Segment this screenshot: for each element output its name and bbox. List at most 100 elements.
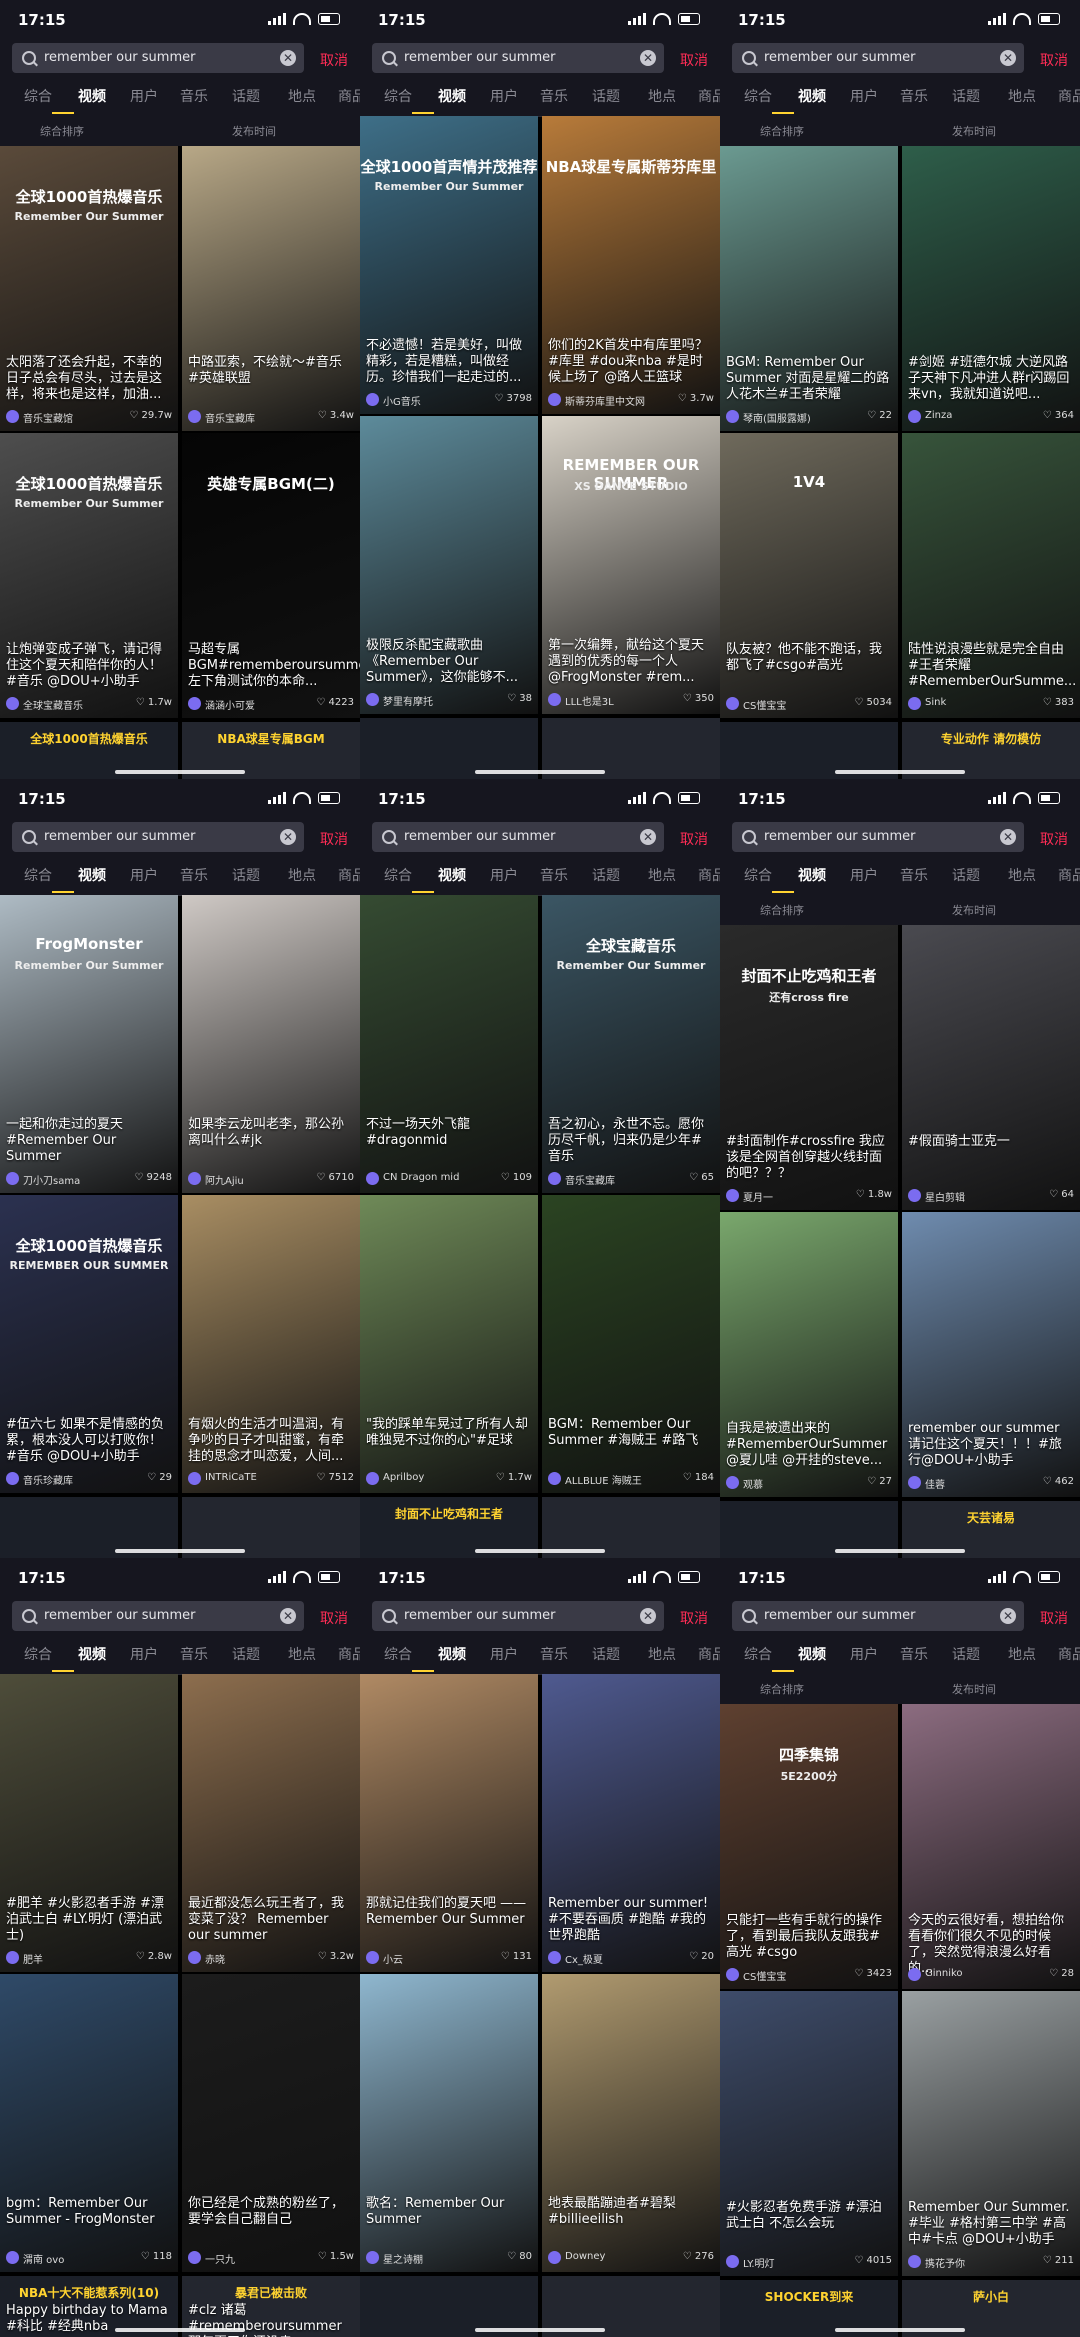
clear-icon[interactable]: ✕: [1000, 829, 1016, 845]
avatar[interactable]: [188, 1951, 201, 1964]
sort-publish-time[interactable]: 发布时间: [952, 123, 996, 139]
video-card[interactable]: BGM: Remember Our Summer 对面是星耀二的路人花木兰#王者…: [720, 146, 898, 431]
video-card[interactable]: FrogMonster Remember Our Summer 一起和你走过的夏天 …: [0, 895, 178, 1193]
video-card[interactable]: 如果李云龙叫老李，那公孙离叫什么#jk 阿九Ajiu ♡ 6710: [182, 895, 360, 1193]
clear-icon[interactable]: ✕: [280, 50, 296, 66]
video-card[interactable]: 四季集锦 5E2200分 只能打一些有手就行的操作了，看到最后我队友跟我#高光 #c…: [720, 1704, 898, 1989]
tab-1[interactable]: 视频: [438, 86, 466, 106]
tab-0[interactable]: 综合: [24, 1644, 52, 1664]
avatar[interactable]: [548, 393, 561, 406]
tab-0[interactable]: 综合: [744, 1644, 772, 1664]
avatar[interactable]: [548, 693, 561, 706]
avatar[interactable]: [908, 1189, 921, 1202]
author-name[interactable]: 肥羊: [23, 1951, 118, 1966]
cancel-button[interactable]: 取消: [1040, 1608, 1068, 1628]
tab-6[interactable]: 商品: [338, 1644, 360, 1664]
video-card[interactable]: 全球1000首热爆音乐 REMEMBER OUR SUMMER #伍六七 如果不是情…: [0, 1195, 178, 1493]
tab-5[interactable]: 地点: [1008, 86, 1036, 106]
tab-3[interactable]: 音乐: [180, 86, 208, 106]
author-name[interactable]: INTRiCaTE: [205, 1472, 300, 1483]
tab-4[interactable]: 话题: [952, 1644, 980, 1664]
avatar[interactable]: [726, 1968, 739, 1981]
video-card[interactable]: 今天的云很好看，想拍给你看看你们很久不见的时候了，突然觉得浪漫么好看的... Gi…: [902, 1704, 1080, 1989]
avatar[interactable]: [188, 410, 201, 423]
tab-5[interactable]: 地点: [1008, 865, 1036, 885]
video-card[interactable]: 自我是被遗出来的 #RememberOurSummer @夏儿哇 @开挂的ste…: [720, 1212, 898, 1497]
author-name[interactable]: 一只九: [205, 2251, 300, 2266]
tab-5[interactable]: 地点: [1008, 1644, 1036, 1664]
author-name[interactable]: 梦里有摩托: [383, 693, 478, 708]
author-name[interactable]: Sink: [925, 697, 1020, 708]
tab-2[interactable]: 用户: [490, 1644, 518, 1664]
tab-2[interactable]: 用户: [490, 86, 518, 106]
tab-5[interactable]: 地点: [288, 865, 316, 885]
sort-comprehensive[interactable]: 综合排序: [760, 1681, 804, 1697]
video-card[interactable]: 不过一场天外飞龍 #dragonmid CN Dragon mid ♡ 109: [360, 895, 538, 1193]
tab-6[interactable]: 商品: [338, 865, 360, 885]
tab-4[interactable]: 话题: [592, 86, 620, 106]
avatar[interactable]: [6, 1951, 19, 1964]
avatar[interactable]: [366, 393, 379, 406]
video-card[interactable]: 最近都没怎么玩王者了，我变菜了没？ Remember our summer 赤晓 ♡…: [182, 1674, 360, 1972]
tab-0[interactable]: 综合: [744, 865, 772, 885]
tab-3[interactable]: 音乐: [180, 1644, 208, 1664]
tab-3[interactable]: 音乐: [900, 86, 928, 106]
tab-4[interactable]: 话题: [232, 865, 260, 885]
avatar[interactable]: [548, 1172, 561, 1185]
avatar[interactable]: [6, 2251, 19, 2264]
avatar[interactable]: [908, 2255, 921, 2268]
tab-2[interactable]: 用户: [490, 865, 518, 885]
author-name[interactable]: 音乐宝藏库: [565, 1172, 660, 1187]
author-name[interactable]: CS懂宝宝: [743, 697, 838, 712]
author-name[interactable]: CN Dragon mid: [383, 1172, 478, 1183]
tab-6[interactable]: 商品: [698, 865, 720, 885]
sort-comprehensive[interactable]: 综合排序: [760, 902, 804, 918]
video-card[interactable]: 全球宝藏音乐 Remember Our Summer 吾之初心，永世不忘。愿你历尽千…: [542, 895, 720, 1193]
cancel-button[interactable]: 取消: [1040, 829, 1068, 849]
tab-5[interactable]: 地点: [288, 86, 316, 106]
video-card[interactable]: 极限反杀配宝藏歌曲《Remember Our Summer》，这你能够不... 梦…: [360, 416, 538, 714]
clear-icon[interactable]: ✕: [1000, 50, 1016, 66]
video-card[interactable]: 中路亚索，不绘就～#音乐 #英雄联盟 音乐宝藏库 ♡ 3.4w: [182, 146, 360, 431]
cancel-button[interactable]: 取消: [320, 1608, 348, 1628]
tab-1[interactable]: 视频: [78, 865, 106, 885]
video-card[interactable]: bgm：Remember Our Summer - FrogMonster 渭南 …: [0, 1974, 178, 2272]
author-name[interactable]: ALLBLUE 海贼王: [565, 1472, 660, 1487]
tab-1[interactable]: 视频: [798, 1644, 826, 1664]
tab-4[interactable]: 话题: [232, 86, 260, 106]
video-card[interactable]: #剑姬 #班德尔城 大逆风路子天神下凡冲进人群r闪踢回来vn，我就知道说吧...…: [902, 146, 1080, 431]
tab-1[interactable]: 视频: [438, 1644, 466, 1664]
tab-5[interactable]: 地点: [648, 86, 676, 106]
author-name[interactable]: 渭南 ovo: [23, 2251, 118, 2266]
video-card[interactable]: 封面不止吃鸡和王者 还有cross fire #封面制作#crossfire 我应该…: [720, 925, 898, 1210]
author-name[interactable]: 佳蓉: [925, 1476, 1020, 1491]
author-name[interactable]: 赤晓: [205, 1951, 300, 1966]
clear-icon[interactable]: ✕: [1000, 1608, 1016, 1624]
avatar[interactable]: [726, 1189, 739, 1202]
tab-4[interactable]: 话题: [952, 86, 980, 106]
avatar[interactable]: [6, 697, 19, 710]
avatar[interactable]: [6, 1172, 19, 1185]
tab-1[interactable]: 视频: [78, 86, 106, 106]
search-input[interactable]: remember our summer ✕: [12, 822, 304, 852]
avatar[interactable]: [726, 697, 739, 710]
avatar[interactable]: [188, 697, 201, 710]
tab-6[interactable]: 商品: [698, 86, 720, 106]
cancel-button[interactable]: 取消: [680, 50, 708, 70]
clear-icon[interactable]: ✕: [640, 1608, 656, 1624]
author-name[interactable]: 小G音乐: [383, 393, 478, 408]
video-card[interactable]: 全球1000首热爆音乐 Remember Our Summer 让炮弹变成子弹飞，请…: [0, 433, 178, 718]
video-card[interactable]: REMEMBER OUR SUMMER XS DANCE STUDIO 第一次编舞，…: [542, 416, 720, 714]
avatar[interactable]: [6, 1472, 19, 1485]
video-card[interactable]: Remember our summer! #不要吞画质 #跑酷 #我的世界跑酷 C…: [542, 1674, 720, 1972]
tab-1[interactable]: 视频: [78, 1644, 106, 1664]
cancel-button[interactable]: 取消: [320, 50, 348, 70]
search-input[interactable]: remember our summer ✕: [732, 43, 1024, 73]
video-card[interactable]: 歌名：Remember Our Summer 星之诗棚 ♡ 80: [360, 1974, 538, 2272]
tab-1[interactable]: 视频: [798, 86, 826, 106]
tab-6[interactable]: 商品: [1058, 86, 1080, 106]
tab-0[interactable]: 综合: [384, 1644, 412, 1664]
author-name[interactable]: 斯蒂芬库里中文网: [565, 393, 660, 408]
sort-comprehensive[interactable]: 综合排序: [760, 123, 804, 139]
video-card[interactable]: 全球1000首热爆音乐 Remember Our Summer 太阳落了还会升起，不…: [0, 146, 178, 431]
